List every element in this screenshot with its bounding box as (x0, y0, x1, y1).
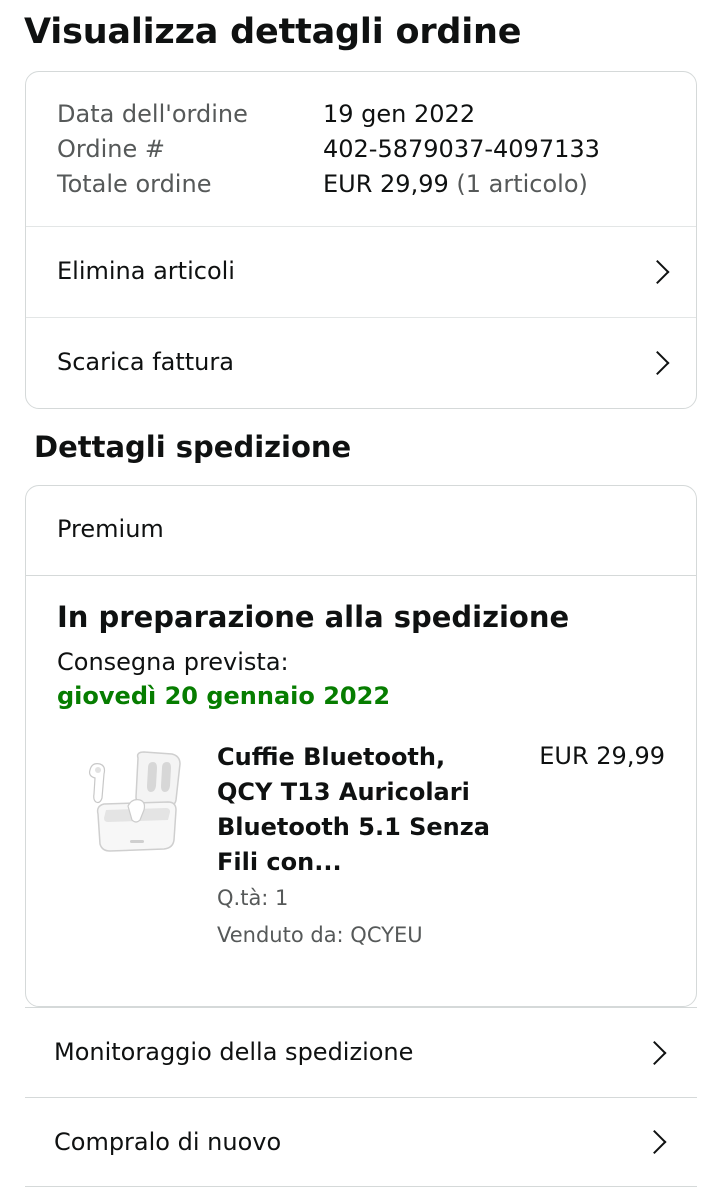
order-date-value: 19 gen 2022 (323, 100, 476, 128)
order-total-items: (1 articolo) (456, 170, 588, 198)
remove-items-label: Elimina articoli (57, 257, 235, 285)
chevron-right-icon (642, 1040, 667, 1065)
product-quantity: Q.tà: 1 (217, 886, 289, 910)
product-title-link[interactable]: Cuffie Bluetooth, QCY T13 Auricolari Blu… (217, 740, 507, 880)
buy-again-label: Compralo di nuovo (54, 1128, 282, 1156)
product-seller: Venduto da: QCYEU (217, 923, 423, 947)
download-invoice-link[interactable]: Scarica fattura (26, 317, 696, 408)
order-date-label: Data dell'ordine (57, 100, 248, 128)
download-invoice-label: Scarica fattura (57, 348, 234, 376)
order-number-label: Ordine # (57, 135, 165, 163)
order-total-label: Totale ordine (57, 170, 212, 198)
order-date-row: Data dell'ordine 19 gen 2022 (57, 98, 677, 133)
shipping-service-header: Premium (26, 486, 696, 576)
product-price: EUR 29,99 (539, 742, 665, 770)
shipment-card: Premium In preparazione alla spedizione … (25, 485, 697, 1007)
chevron-right-icon (645, 259, 670, 285)
delivery-estimate-label: Consegna prevista: (57, 648, 289, 676)
order-number-value: 402-5879037-4097133 (323, 135, 600, 163)
shipment-status: In preparazione alla spedizione (57, 600, 570, 634)
order-number-row: Ordine # 402-5879037-4097133 (57, 133, 677, 168)
track-shipment-label: Monitoraggio della spedizione (54, 1038, 414, 1066)
order-total-row: Totale ordine EUR 29,99 (1 articolo) (57, 168, 677, 203)
chevron-right-icon (645, 350, 670, 376)
order-summary-card: Data dell'ordine 19 gen 2022 Ordine # 40… (25, 71, 697, 409)
remove-items-link[interactable]: Elimina articoli (26, 226, 696, 317)
order-info: Data dell'ordine 19 gen 2022 Ordine # 40… (57, 98, 677, 203)
track-shipment-link[interactable]: Monitoraggio della spedizione (25, 1007, 697, 1097)
order-total-value: EUR 29,99 (1 articolo) (323, 168, 588, 200)
page-title: Visualizza dettagli ordine (24, 12, 522, 52)
wireless-earbuds-case-image[interactable] (76, 748, 188, 860)
shipping-service: Premium (57, 515, 164, 543)
chevron-right-icon (642, 1129, 667, 1155)
order-total-amount: EUR 29,99 (323, 170, 449, 198)
delivery-estimate-date: giovedì 20 gennaio 2022 (57, 682, 391, 710)
buy-again-link[interactable]: Compralo di nuovo (25, 1097, 697, 1187)
shipping-section-title: Dettagli spedizione (34, 430, 352, 464)
